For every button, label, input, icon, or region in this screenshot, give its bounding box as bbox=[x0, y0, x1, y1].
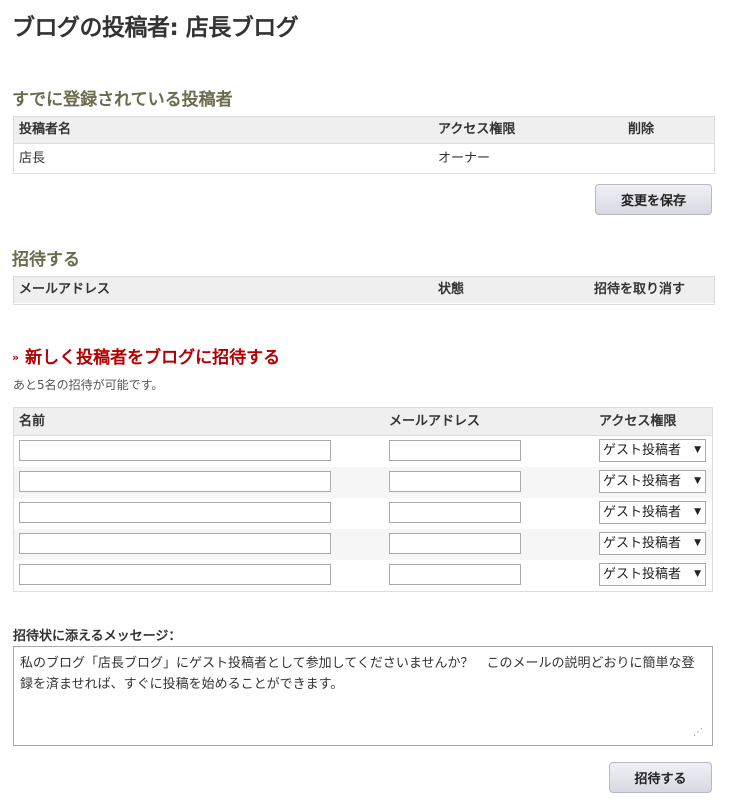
col-delete: 削除 bbox=[628, 122, 655, 137]
access-select[interactable]: ゲスト投稿者 ▼ bbox=[599, 439, 706, 462]
invite-email-input[interactable] bbox=[389, 440, 521, 461]
col-cancel-invite: 招待を取り消す bbox=[594, 282, 686, 297]
col-access: アクセス権限 bbox=[599, 414, 677, 429]
pending-section-title: 招待する bbox=[12, 250, 80, 270]
col-name: 名前 bbox=[19, 414, 46, 429]
chevron-down-icon: ▼ bbox=[694, 507, 701, 517]
pending-table: メールアドレス 状態 招待を取り消す bbox=[13, 276, 715, 305]
message-label: 招待状に添えるメッセージ： bbox=[13, 629, 182, 644]
invite-section-title: » 新しく投稿者をブログに招待する bbox=[12, 343, 280, 368]
invite-table: 名前 メールアドレス アクセス権限 ゲスト投稿者 ▼ ゲスト投稿者 ▼ ゲスト投稿者… bbox=[13, 407, 713, 592]
resize-grip-icon[interactable]: ⋰ bbox=[693, 727, 703, 738]
col-email: メールアドレス bbox=[389, 414, 481, 429]
invite-title-text: 新しく投稿者をブログに招待する bbox=[25, 348, 281, 368]
invite-name-input[interactable] bbox=[19, 471, 331, 492]
save-changes-button[interactable]: 変更を保存 bbox=[595, 184, 712, 215]
chevron-down-icon: ▼ bbox=[694, 476, 701, 486]
members-table: 投稿者名 アクセス権限 削除 店長 オーナー bbox=[13, 116, 715, 174]
table-row: ゲスト投稿者 ▼ bbox=[14, 436, 712, 467]
table-row: 店長 オーナー bbox=[14, 144, 714, 173]
member-name: 店長 bbox=[19, 151, 46, 166]
invite-name-input[interactable] bbox=[19, 533, 331, 554]
invite-name-input[interactable] bbox=[19, 564, 331, 585]
pending-table-header: メールアドレス 状態 招待を取り消す bbox=[14, 277, 714, 303]
table-row: ゲスト投稿者 ▼ bbox=[14, 467, 712, 498]
invite-email-input[interactable] bbox=[389, 502, 521, 523]
members-section-title: すでに登録されている投稿者 bbox=[12, 90, 233, 110]
chevron-down-icon: ▼ bbox=[694, 538, 701, 548]
invite-email-input[interactable] bbox=[389, 533, 521, 554]
access-select[interactable]: ゲスト投稿者 ▼ bbox=[599, 563, 706, 586]
access-select-value: ゲスト投稿者 bbox=[603, 474, 682, 489]
chevron-right-icon: » bbox=[12, 351, 20, 364]
col-access: アクセス権限 bbox=[438, 122, 516, 137]
access-select-value: ゲスト投稿者 bbox=[603, 505, 682, 520]
invite-name-input[interactable] bbox=[19, 440, 331, 461]
access-select[interactable]: ゲスト投稿者 ▼ bbox=[599, 532, 706, 555]
invite-message-textarea[interactable]: 私のブログ「店長ブログ」にゲスト投稿者として参加してくださいませんか？ このメー… bbox=[13, 646, 713, 746]
page-title: ブログの投稿者: 店長ブログ bbox=[12, 15, 299, 41]
members-table-header: 投稿者名 アクセス権限 削除 bbox=[14, 117, 714, 144]
table-row: ゲスト投稿者 ▼ bbox=[14, 498, 712, 529]
col-email: メールアドレス bbox=[19, 282, 111, 297]
send-invite-button[interactable]: 招待する bbox=[609, 762, 712, 793]
invite-name-input[interactable] bbox=[19, 502, 331, 523]
invite-email-input[interactable] bbox=[389, 564, 521, 585]
member-access: オーナー bbox=[438, 151, 491, 166]
access-select-value: ゲスト投稿者 bbox=[603, 536, 682, 551]
access-select-value: ゲスト投稿者 bbox=[603, 443, 682, 458]
chevron-down-icon: ▼ bbox=[694, 569, 701, 579]
table-row: ゲスト投稿者 ▼ bbox=[14, 529, 712, 560]
chevron-down-icon: ▼ bbox=[694, 445, 701, 455]
table-row: ゲスト投稿者 ▼ bbox=[14, 560, 712, 591]
invite-email-input[interactable] bbox=[389, 471, 521, 492]
invite-remaining-text: あと5名の招待が可能です。 bbox=[13, 378, 164, 392]
invite-table-header: 名前 メールアドレス アクセス権限 bbox=[14, 408, 712, 436]
col-author-name: 投稿者名 bbox=[19, 122, 72, 137]
access-select[interactable]: ゲスト投稿者 ▼ bbox=[599, 470, 706, 493]
col-status: 状態 bbox=[438, 282, 465, 297]
access-select[interactable]: ゲスト投稿者 ▼ bbox=[599, 501, 706, 524]
access-select-value: ゲスト投稿者 bbox=[603, 567, 682, 582]
